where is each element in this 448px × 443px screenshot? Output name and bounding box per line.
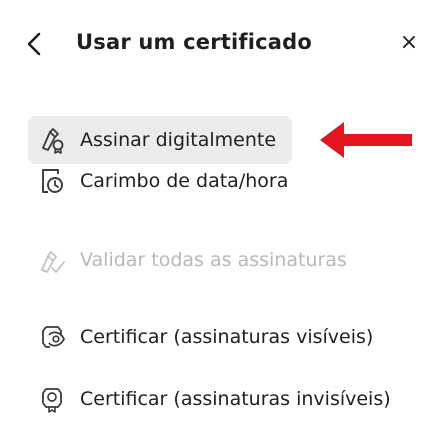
menu-item-label: Carimbo de data/hora bbox=[80, 170, 289, 192]
menu-item-label: Certificar (assinaturas visíveis) bbox=[80, 326, 374, 348]
certify-invisible-icon bbox=[42, 388, 62, 413]
menu-item-timestamp[interactable]: Carimbo de data/hora bbox=[28, 157, 288, 205]
back-button[interactable] bbox=[22, 30, 46, 58]
menu-item-certify-invisible[interactable]: Certificar (assinaturas invisíveis) bbox=[28, 375, 391, 423]
header: Usar um certificado × bbox=[0, 0, 448, 80]
sign-pen-icon bbox=[42, 128, 64, 154]
menu-item-label: Certificar (assinaturas invisíveis) bbox=[80, 388, 391, 410]
menu-item-label: Assinar digitalmente bbox=[80, 129, 277, 151]
timestamp-icon bbox=[42, 169, 63, 193]
validate-signatures-icon bbox=[41, 251, 65, 273]
menu-item-label: Validar todas as assinaturas bbox=[80, 249, 347, 271]
annotation-arrow-icon bbox=[320, 122, 412, 158]
menu-item-validate-all-signatures[interactable]: Validar todas as assinaturas bbox=[28, 236, 347, 284]
chevron-left-icon bbox=[27, 32, 41, 56]
menu-item-certify-visible[interactable]: Certificar (assinaturas visíveis) bbox=[28, 313, 373, 361]
page-title: Usar um certificado bbox=[76, 30, 313, 54]
close-button[interactable]: × bbox=[398, 31, 420, 55]
certify-visible-icon bbox=[42, 326, 66, 348]
